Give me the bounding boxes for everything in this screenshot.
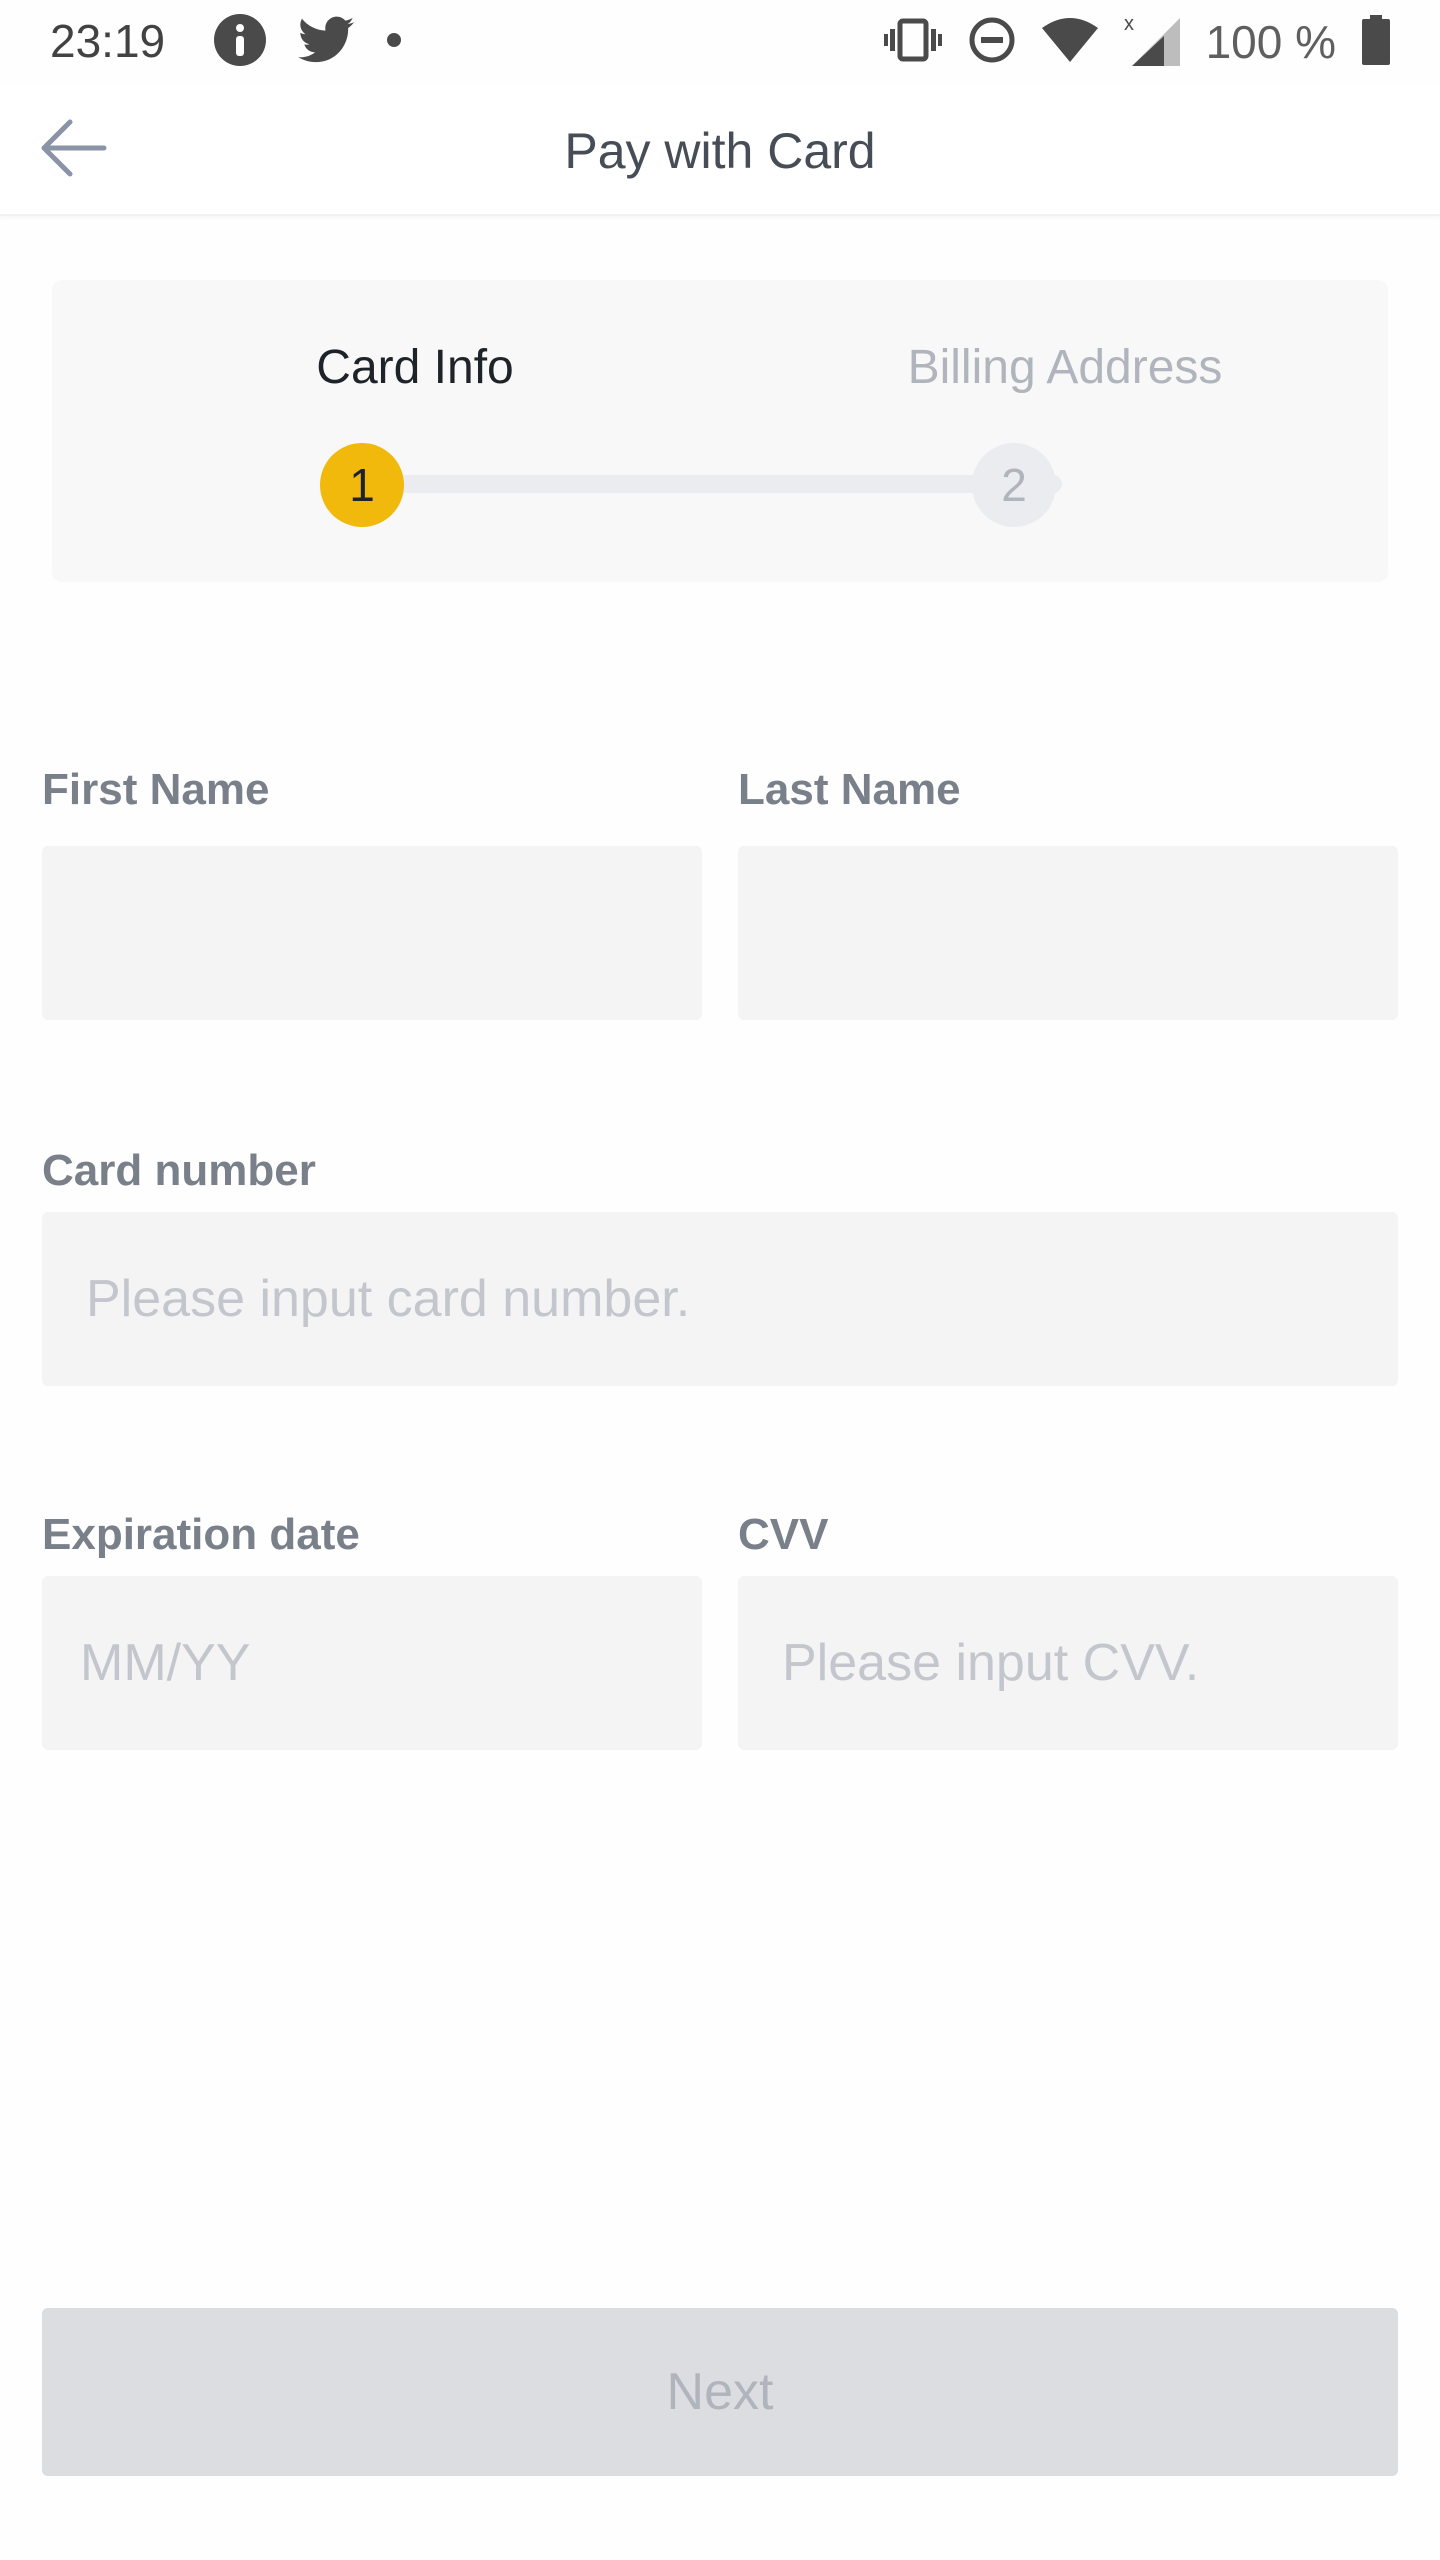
card-number-field-container: [42, 1212, 1398, 1386]
card-number-input[interactable]: [84, 1268, 1398, 1330]
status-time: 23:19: [50, 15, 166, 67]
step-circle-1: 1: [320, 443, 404, 527]
last-name-input[interactable]: [780, 902, 1398, 964]
next-button[interactable]: Next: [42, 2308, 1398, 2476]
do-not-disturb-icon: [968, 16, 1016, 69]
first-name-input[interactable]: [84, 902, 702, 964]
page-title: Pay with Card: [564, 123, 876, 179]
expiration-date-label: Expiration date: [42, 1510, 360, 1559]
first-name-field-container: [42, 846, 702, 1020]
signal-icon: x: [1124, 12, 1180, 73]
status-bar: 23:19 x 100 %: [0, 0, 1440, 86]
pay-with-card-screen: 23:19 x 100 % Pay with Card Card Info Bi…: [0, 0, 1440, 2560]
cvv-field-container: [738, 1576, 1398, 1750]
progress-stepper: Card Info Billing Address 1 2: [52, 280, 1388, 582]
system-icons: x 100 %: [883, 12, 1390, 73]
dot-icon: [384, 30, 404, 55]
info-notification-icon: [212, 12, 268, 73]
step-label-card-info: Card Info: [316, 341, 514, 394]
battery-icon: [1362, 14, 1390, 70]
vibrate-icon: [883, 17, 942, 68]
wifi-icon: [1041, 17, 1098, 67]
last-name-label: Last Name: [738, 765, 961, 814]
first-name-label: First Name: [42, 765, 270, 814]
battery-percentage: 100 %: [1205, 16, 1336, 68]
expiration-date-input[interactable]: [78, 1632, 702, 1694]
cvv-input[interactable]: [780, 1632, 1398, 1694]
svg-text:x: x: [1124, 13, 1134, 35]
step-track: [362, 475, 1062, 493]
expiration-date-field-container: [42, 1576, 702, 1750]
cvv-label: CVV: [738, 1510, 829, 1559]
app-bar: Pay with Card: [0, 86, 1440, 216]
card-number-label: Card number: [42, 1146, 316, 1195]
step-circle-2: 2: [972, 443, 1056, 527]
notification-icons: [212, 12, 404, 73]
last-name-field-container: [738, 846, 1398, 1020]
step-label-billing-address: Billing Address: [907, 341, 1223, 394]
twitter-icon: [298, 16, 354, 69]
